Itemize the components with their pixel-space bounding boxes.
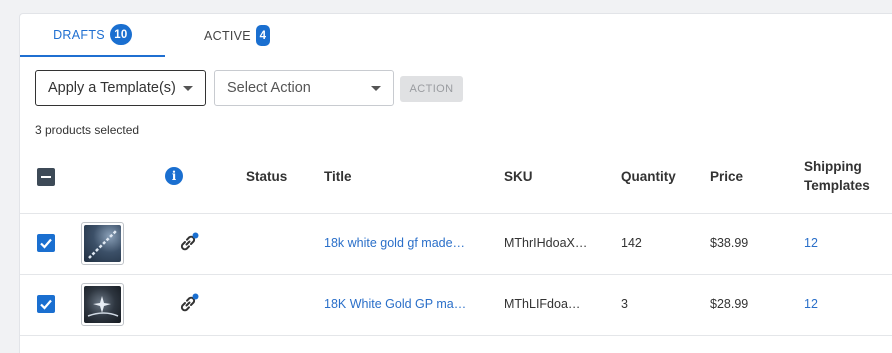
link-icon[interactable] bbox=[176, 231, 200, 255]
product-price: $28.99 bbox=[710, 297, 749, 311]
table-row: 18k white gold gf made… MThrIHdoaX… 142 … bbox=[20, 213, 892, 273]
row-divider bbox=[20, 335, 892, 336]
product-image bbox=[84, 225, 121, 262]
apply-template-select[interactable]: Apply a Template(s) bbox=[35, 70, 206, 106]
column-header-title[interactable]: Title bbox=[324, 169, 352, 184]
tab-drafts[interactable]: DRAFTS 10 bbox=[20, 14, 165, 57]
column-header-shipping-templates[interactable]: Shipping Templates bbox=[804, 157, 870, 195]
column-header-shipping-line2: Templates bbox=[804, 178, 870, 193]
product-sku: MThLIFdoa… bbox=[504, 297, 581, 311]
drafts-count-badge: 10 bbox=[109, 24, 132, 45]
tab-active[interactable]: ACTIVE 4 bbox=[204, 14, 270, 57]
shipping-template-link[interactable]: 12 bbox=[804, 297, 818, 311]
product-price: $38.99 bbox=[710, 236, 749, 250]
checkmark-icon bbox=[40, 299, 52, 310]
action-button[interactable]: ACTION bbox=[400, 76, 463, 102]
link-status-dot bbox=[192, 293, 199, 300]
column-header-sku[interactable]: SKU bbox=[504, 169, 533, 184]
column-header-status[interactable]: Status bbox=[246, 169, 287, 184]
column-header-shipping-line1: Shipping bbox=[804, 159, 862, 174]
product-title-link[interactable]: 18K White Gold GP ma… bbox=[324, 297, 466, 311]
column-header-price[interactable]: Price bbox=[710, 169, 743, 184]
product-thumbnail[interactable] bbox=[81, 283, 124, 326]
select-action-value: Select Action bbox=[227, 80, 311, 96]
tab-active-label: ACTIVE bbox=[204, 28, 251, 43]
product-quantity: 3 bbox=[621, 297, 628, 311]
product-thumbnail[interactable] bbox=[81, 222, 124, 265]
apply-template-value: Apply a Template(s) bbox=[48, 80, 176, 96]
info-icon[interactable]: i bbox=[165, 167, 183, 185]
checkmark-icon bbox=[40, 238, 52, 249]
product-title-link[interactable]: 18k white gold gf made… bbox=[324, 236, 465, 250]
row-checkbox[interactable] bbox=[37, 234, 55, 252]
chevron-down-icon bbox=[183, 86, 193, 91]
select-action-dropdown[interactable]: Select Action bbox=[214, 70, 394, 106]
shipping-template-link[interactable]: 12 bbox=[804, 236, 818, 250]
table-row: 18K White Gold GP ma… MThLIFdoa… 3 $28.9… bbox=[20, 274, 892, 334]
select-all-checkbox[interactable] bbox=[37, 168, 55, 186]
row-checkbox[interactable] bbox=[37, 295, 55, 313]
tab-bar: DRAFTS 10 ACTIVE 4 bbox=[20, 14, 892, 57]
product-quantity: 142 bbox=[621, 236, 642, 250]
link-status-dot bbox=[192, 232, 199, 239]
link-icon[interactable] bbox=[176, 292, 200, 316]
product-image bbox=[84, 286, 121, 323]
chevron-down-icon bbox=[371, 86, 381, 91]
product-sku: MThrIHdoaX… bbox=[504, 236, 588, 250]
products-panel: DRAFTS 10 ACTIVE 4 Apply a Template(s) S… bbox=[19, 13, 892, 353]
active-count-badge: 4 bbox=[255, 25, 270, 46]
tab-drafts-label: DRAFTS bbox=[53, 27, 105, 42]
column-header-quantity[interactable]: Quantity bbox=[621, 169, 676, 184]
selection-count: 3 products selected bbox=[35, 123, 140, 137]
